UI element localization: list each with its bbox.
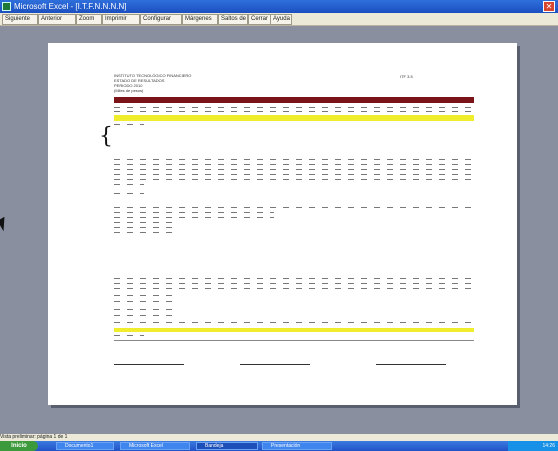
- table-row: [114, 174, 474, 175]
- taskbar-item[interactable]: Documento1: [56, 442, 114, 450]
- close-button[interactable]: ✕: [543, 1, 555, 12]
- status-bar: Vista preliminar: página 1 de 1: [0, 434, 558, 441]
- taskbar: Inicio Documento1 Microsoft Excel Bandej…: [0, 441, 558, 451]
- setup-button[interactable]: Configurar: [140, 14, 182, 25]
- table-row: [114, 107, 474, 108]
- table-row: [114, 295, 174, 296]
- total-highlight-row: [114, 328, 474, 332]
- next-button[interactable]: Siguiente: [2, 14, 38, 25]
- clock: 14:26: [542, 443, 555, 449]
- table-row: [114, 169, 474, 170]
- print-preview-toolbar: Siguiente Anterior Zoom Imprimir Configu…: [0, 13, 558, 26]
- table-row: [114, 207, 474, 208]
- table-row: [114, 159, 474, 160]
- taskbar-item[interactable]: Microsoft Excel: [120, 442, 190, 450]
- table-row: [114, 288, 474, 289]
- table-row: [114, 212, 274, 213]
- start-button[interactable]: Inicio: [0, 441, 38, 451]
- preview-workspace[interactable]: INSTITUTO TECNOLÓGICO FINANCIERO ESTADO …: [0, 26, 558, 434]
- title-bar: Microsoft Excel - [I.T.F.N.N.N.N] ✕: [0, 0, 558, 13]
- table-header-band: [114, 97, 474, 103]
- table-row: [114, 335, 144, 336]
- table-row: [114, 217, 274, 218]
- taskbar-item[interactable]: Bandeja: [196, 442, 258, 450]
- table-row: [114, 278, 474, 279]
- table-row: [114, 111, 474, 112]
- close-preview-button[interactable]: Cerrar: [248, 14, 272, 25]
- table-row: [114, 179, 474, 180]
- zoom-button[interactable]: Zoom: [76, 14, 102, 25]
- table-row: [114, 184, 144, 185]
- previous-button[interactable]: Anterior: [38, 14, 76, 25]
- table-row: [114, 164, 474, 165]
- window-title: Microsoft Excel - [I.T.F.N.N.N.N]: [14, 2, 127, 11]
- doc-header-right: ITF 3.5: [400, 74, 413, 79]
- system-tray: 14:26: [508, 441, 558, 451]
- status-text: Vista preliminar: página 1 de 1: [0, 434, 68, 440]
- table-row: [114, 124, 144, 125]
- subtotal-highlight-row: [114, 115, 474, 121]
- table-row: [114, 227, 174, 228]
- table-row: [114, 222, 174, 223]
- table-row: [114, 193, 144, 194]
- taskbar-item[interactable]: Presentación: [262, 442, 332, 450]
- table-row: [114, 301, 174, 302]
- signature-line: [376, 364, 446, 365]
- preview-page: INSTITUTO TECNOLÓGICO FINANCIERO ESTADO …: [48, 43, 517, 405]
- page-break-button[interactable]: Saltos de página: [218, 14, 248, 25]
- help-button[interactable]: Ayuda: [270, 14, 292, 25]
- table-bottom-rule: [114, 340, 474, 341]
- table-row: [114, 309, 174, 310]
- table-row: [114, 283, 474, 284]
- signature-line: [240, 364, 310, 365]
- doc-header-line: (Miles de pesos): [114, 88, 144, 93]
- excel-icon: [2, 2, 11, 11]
- table-row: [114, 232, 174, 233]
- margins-button[interactable]: Márgenes: [182, 14, 218, 25]
- annotation-brace: {: [99, 124, 113, 149]
- signature-line: [114, 364, 184, 365]
- table-row: [114, 315, 174, 316]
- table-row: [114, 322, 474, 323]
- print-button[interactable]: Imprimir: [102, 14, 140, 25]
